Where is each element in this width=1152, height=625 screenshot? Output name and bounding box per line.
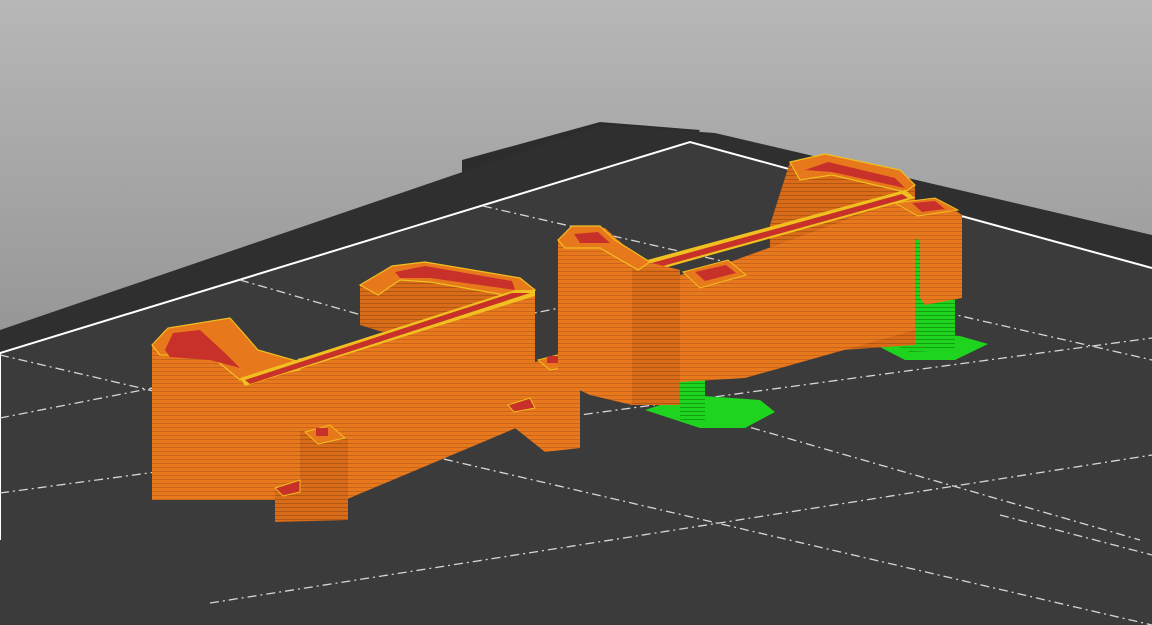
3d-preview-viewport[interactable]	[0, 0, 1152, 625]
part-left-hook2-top-infill	[547, 356, 559, 363]
part-left-hook-top-infill	[316, 428, 328, 436]
part-right-end-shadow	[632, 268, 680, 405]
